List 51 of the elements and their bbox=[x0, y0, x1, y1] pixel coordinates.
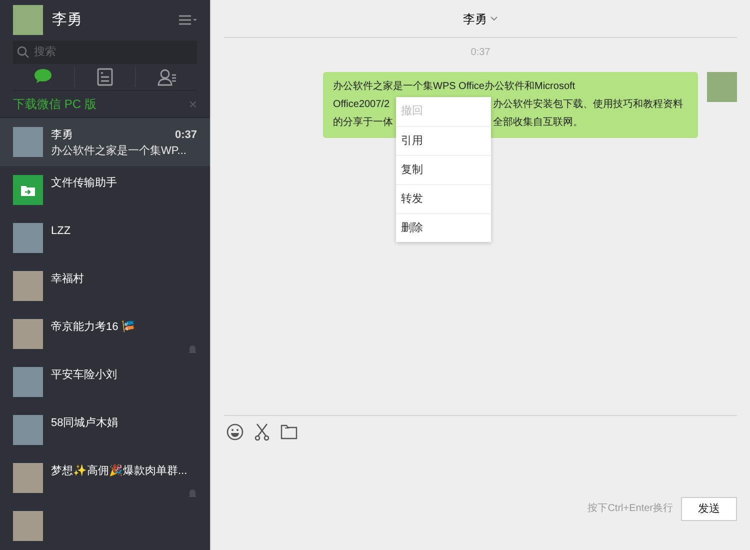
avatar-photo bbox=[13, 271, 43, 301]
menu-item[interactable]: 转发 bbox=[396, 184, 491, 213]
chat-list-item[interactable]: 平安车险小刘 bbox=[0, 358, 210, 406]
avatar-photo bbox=[13, 511, 43, 541]
contact-name: 58同城卢木娟 bbox=[51, 416, 118, 431]
contact-name: 梦想✨高佣🎉爆款肉单群... bbox=[51, 463, 188, 479]
contact-name: 平安车险小刘 bbox=[51, 368, 117, 383]
chat-list-item[interactable]: 帝京能力考16 🎏 bbox=[0, 310, 210, 358]
message-text: 全部收集自互联网。 bbox=[493, 116, 583, 130]
avatar-photo bbox=[13, 127, 43, 157]
avatar-photo bbox=[13, 463, 43, 493]
contact-name: 文件传输助手 bbox=[51, 176, 117, 191]
message-preview: 办公软件之家是一个集WP... bbox=[51, 144, 186, 159]
card-list-icon[interactable] bbox=[95, 67, 115, 88]
chat-time: 0:37 bbox=[174, 128, 197, 143]
message-text: 办公软件安装包下载、使用技巧和教程资料 bbox=[493, 98, 683, 112]
avatar-photo bbox=[13, 319, 43, 349]
contact-name: LZZ bbox=[51, 224, 71, 239]
contact-name: 幸福村 bbox=[51, 272, 84, 287]
menu-icon[interactable] bbox=[179, 15, 197, 26]
avatar-photo bbox=[13, 415, 43, 445]
chevron-down-icon bbox=[490, 16, 498, 21]
chat-list-item[interactable]: 文件传输助手 bbox=[0, 166, 210, 214]
chat-list-item[interactable]: 李勇 0:37 办公软件之家是一个集WP... bbox=[0, 118, 210, 166]
download-banner-link[interactable]: 下载微信 PC 版 bbox=[13, 95, 96, 114]
menu-item[interactable]: 复制 bbox=[396, 155, 491, 184]
contact-name: 帝京能力考16 🎏 bbox=[51, 320, 136, 335]
avatar-photo bbox=[13, 223, 43, 253]
contact-name: 李勇 bbox=[51, 128, 73, 143]
scissors-icon[interactable] bbox=[253, 423, 271, 441]
chat-title[interactable]: 李勇 bbox=[463, 10, 487, 28]
avatar-photo bbox=[13, 367, 43, 397]
message-text: 的分享于一体 bbox=[333, 116, 393, 130]
message-text: 办公软件之家是一个集WPS Office办公软件和Microsoft bbox=[333, 80, 576, 94]
message-text: Office2007/2 bbox=[333, 98, 390, 112]
message-time: 0:37 bbox=[470, 46, 492, 60]
chat-list-item[interactable]: 梦想✨高佣🎉爆款肉单群... bbox=[0, 454, 210, 502]
person-icon[interactable] bbox=[156, 67, 177, 88]
folder-icon[interactable] bbox=[280, 423, 298, 441]
profile-name: 李勇 bbox=[52, 10, 83, 30]
chat-list-item[interactable]: 幸福村 bbox=[0, 262, 210, 310]
menu-item[interactable]: 删除 bbox=[396, 213, 491, 242]
chat-list-item[interactable]: LZZ bbox=[0, 214, 210, 262]
send-button[interactable]: 发送 bbox=[681, 496, 737, 521]
search-icon bbox=[17, 46, 29, 58]
avatar-photo bbox=[707, 72, 737, 102]
menu-item[interactable]: 引用 bbox=[396, 126, 491, 155]
chat-list-item[interactable]: 58同城卢木娟 bbox=[0, 406, 210, 454]
search-field[interactable]: 搜索 bbox=[13, 40, 197, 64]
send-hint: 按下Ctrl+Enter换行 bbox=[588, 502, 673, 516]
smiley-icon[interactable] bbox=[226, 423, 244, 441]
